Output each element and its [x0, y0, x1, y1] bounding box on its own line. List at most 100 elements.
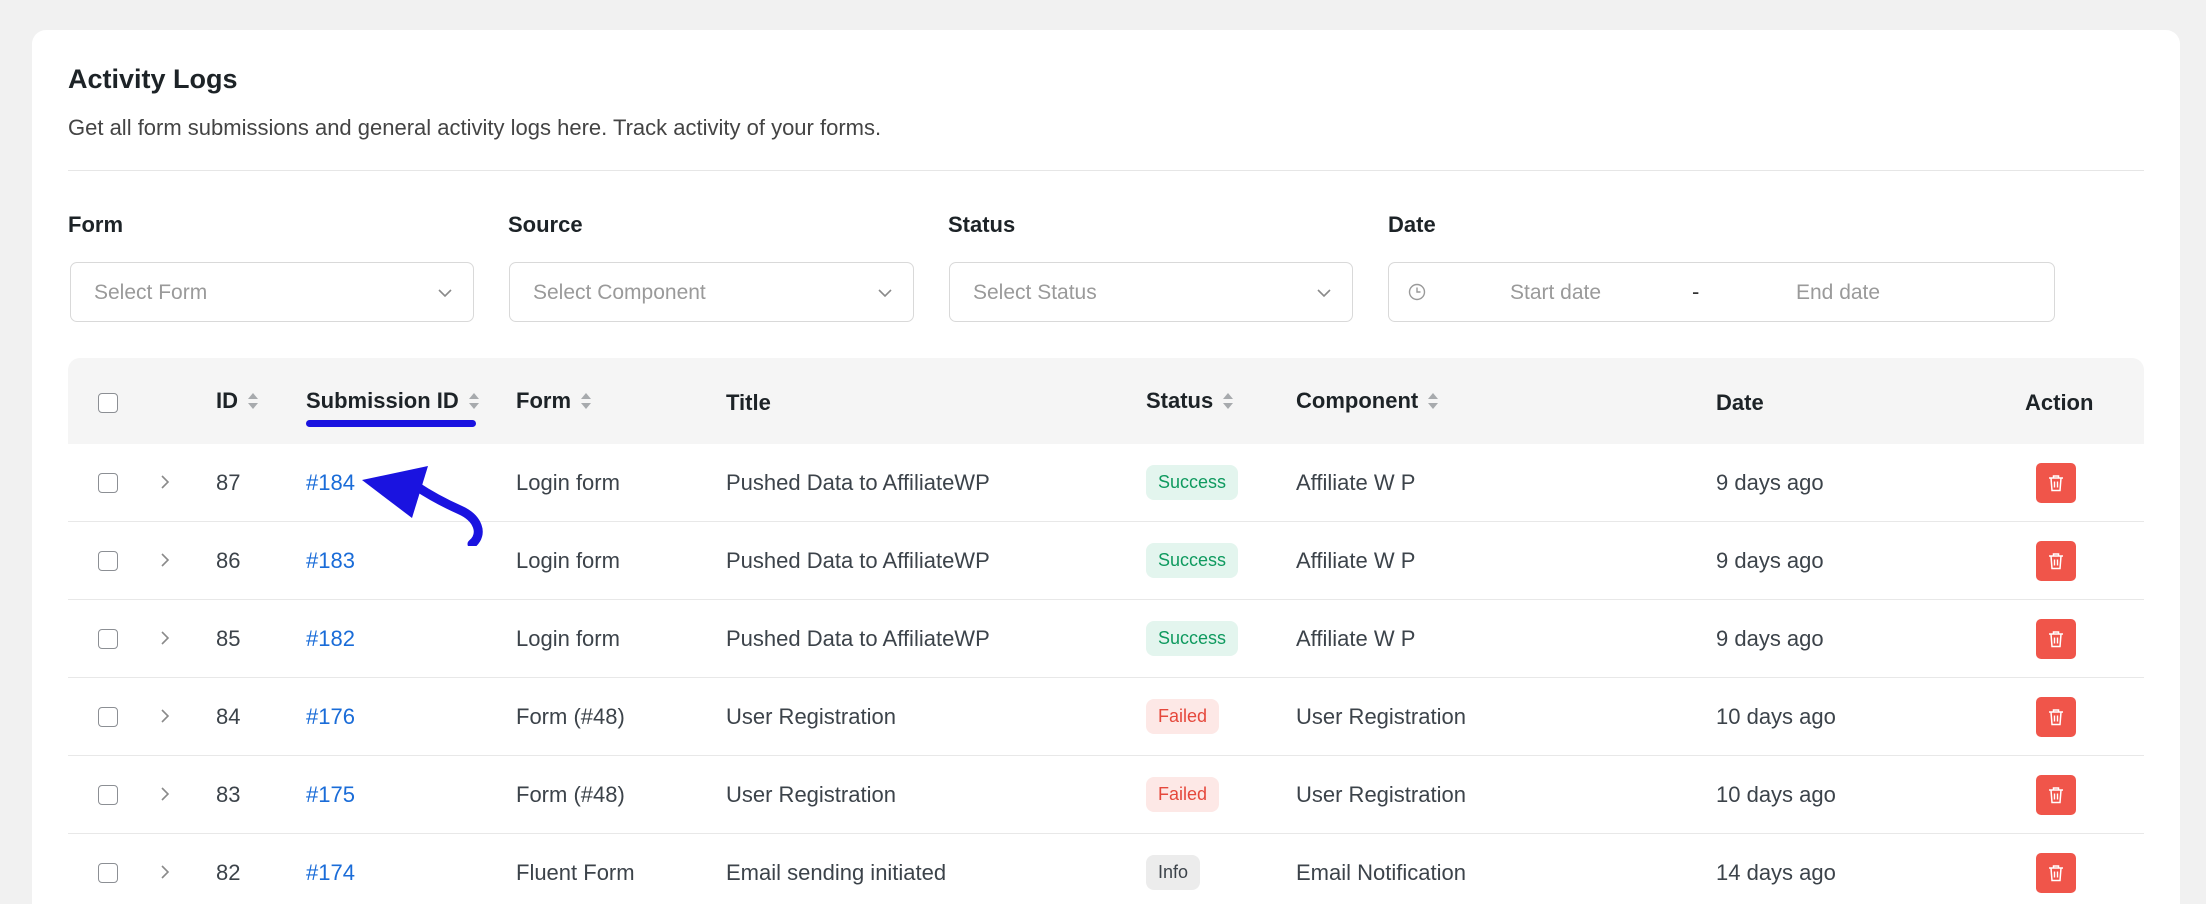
trash-icon	[2049, 631, 2063, 648]
trash-icon	[2049, 865, 2063, 882]
submission-link[interactable]: #183	[306, 548, 355, 574]
row-date: 9 days ago	[1716, 548, 1824, 573]
row-form: Fluent Form	[516, 860, 635, 885]
row-checkbox[interactable]	[98, 629, 118, 649]
row-title: Pushed Data to AffiliateWP	[726, 470, 990, 495]
sort-icon[interactable]	[1426, 390, 1440, 412]
status-badge: Failed	[1146, 699, 1220, 734]
chevron-right-icon[interactable]	[158, 629, 172, 647]
chevron-right-icon[interactable]	[158, 785, 172, 803]
submission-link[interactable]: #176	[306, 704, 355, 730]
sort-icon[interactable]	[579, 390, 593, 412]
row-id: 84	[216, 704, 241, 729]
sort-icon[interactable]	[1221, 390, 1235, 412]
row-component: Affiliate W P	[1296, 626, 1416, 651]
clock-icon	[1408, 283, 1426, 301]
submission-link[interactable]: #182	[306, 626, 355, 652]
delete-button[interactable]	[2036, 853, 2076, 893]
submission-link[interactable]: #174	[306, 860, 355, 886]
column-header-date: Date	[1716, 390, 1764, 415]
column-header-form-label: Form	[516, 388, 571, 413]
row-id: 83	[216, 782, 241, 807]
delete-button[interactable]	[2036, 463, 2076, 503]
row-id: 85	[216, 626, 241, 651]
row-component: User Registration	[1296, 782, 1466, 807]
sort-icon[interactable]	[246, 390, 260, 412]
delete-button[interactable]	[2036, 541, 2076, 581]
column-header-id[interactable]: ID	[216, 388, 260, 414]
column-header-title: Title	[726, 390, 771, 415]
source-filter-label: Source	[508, 212, 583, 237]
row-date: 9 days ago	[1716, 626, 1824, 651]
trash-icon	[2049, 787, 2063, 804]
status-badge: Failed	[1146, 777, 1220, 812]
submission-link[interactable]: #184	[306, 470, 355, 496]
status-badge: Info	[1146, 855, 1201, 890]
header-divider	[68, 170, 2144, 171]
row-checkbox[interactable]	[98, 473, 118, 493]
column-header-component[interactable]: Component	[1296, 388, 1440, 414]
row-title: Email sending initiated	[726, 860, 947, 885]
status-select-placeholder: Select Status	[973, 281, 1097, 304]
status-select[interactable]: Select Status	[949, 262, 1353, 322]
table-row: 85 #182 Login form Pushed Data to Affiliate…	[68, 600, 2144, 678]
chevron-right-icon[interactable]	[158, 551, 172, 569]
column-header-form[interactable]: Form	[516, 388, 593, 414]
chevron-right-icon[interactable]	[158, 863, 172, 881]
date-range-picker[interactable]: Start date - End date	[1388, 262, 2055, 322]
source-select[interactable]: Select Component	[509, 262, 914, 322]
column-header-submission-id[interactable]: Submission ID	[306, 388, 481, 414]
row-title: Pushed Data to AffiliateWP	[726, 548, 990, 573]
trash-icon	[2049, 709, 2063, 726]
select-all-checkbox[interactable]	[98, 393, 118, 413]
column-header-status[interactable]: Status	[1146, 388, 1235, 414]
row-component: Email Notification	[1296, 860, 1466, 885]
row-component: User Registration	[1296, 704, 1466, 729]
submission-link[interactable]: #175	[306, 782, 355, 808]
arrow-annotation-icon	[362, 466, 483, 546]
row-id: 82	[216, 860, 241, 885]
row-id: 86	[216, 548, 241, 573]
column-header-id-label: ID	[216, 388, 238, 413]
sort-icon[interactable]	[467, 390, 481, 412]
chevron-down-icon	[438, 289, 452, 298]
page-title: Activity Logs	[68, 64, 238, 94]
row-checkbox[interactable]	[98, 785, 118, 805]
row-checkbox[interactable]	[98, 863, 118, 883]
date-filter-label: Date	[1388, 212, 1436, 237]
form-select-placeholder: Select Form	[94, 281, 208, 304]
row-component: Affiliate W P	[1296, 548, 1416, 573]
end-date-input[interactable]: End date	[1796, 281, 1880, 305]
chevron-down-icon	[1317, 289, 1331, 298]
delete-button[interactable]	[2036, 619, 2076, 659]
start-date-input[interactable]: Start date	[1510, 281, 1601, 305]
row-component: Affiliate W P	[1296, 470, 1416, 495]
row-checkbox[interactable]	[98, 551, 118, 571]
source-select-placeholder: Select Component	[533, 281, 706, 304]
page-subtitle: Get all form submissions and general act…	[68, 115, 882, 140]
chevron-right-icon[interactable]	[158, 473, 172, 491]
row-title: User Registration	[726, 704, 896, 729]
chevron-right-icon[interactable]	[158, 707, 172, 725]
trash-icon	[2049, 475, 2063, 492]
row-date: 9 days ago	[1716, 470, 1824, 495]
column-header-component-label: Component	[1296, 388, 1419, 413]
row-title: User Registration	[726, 782, 896, 807]
row-id: 87	[216, 470, 241, 495]
status-badge: Success	[1146, 621, 1239, 656]
status-badge: Success	[1146, 465, 1239, 500]
delete-button[interactable]	[2036, 697, 2076, 737]
form-select[interactable]: Select Form	[70, 262, 474, 322]
column-header-status-label: Status	[1146, 388, 1214, 413]
row-date: 14 days ago	[1716, 860, 1836, 885]
row-form: Form (#48)	[516, 704, 625, 729]
row-title: Pushed Data to AffiliateWP	[726, 626, 990, 651]
row-date: 10 days ago	[1716, 704, 1836, 729]
delete-button[interactable]	[2036, 775, 2076, 815]
table-row: 82 #174 Fluent Form Email sending initiated…	[68, 834, 2144, 904]
row-checkbox[interactable]	[98, 707, 118, 727]
status-badge: Success	[1146, 543, 1239, 578]
date-separator: -	[1692, 279, 1700, 304]
form-filter-label: Form	[68, 212, 123, 237]
table-row: 84 #176 Form (#48) User Registration Failed U…	[68, 678, 2144, 756]
